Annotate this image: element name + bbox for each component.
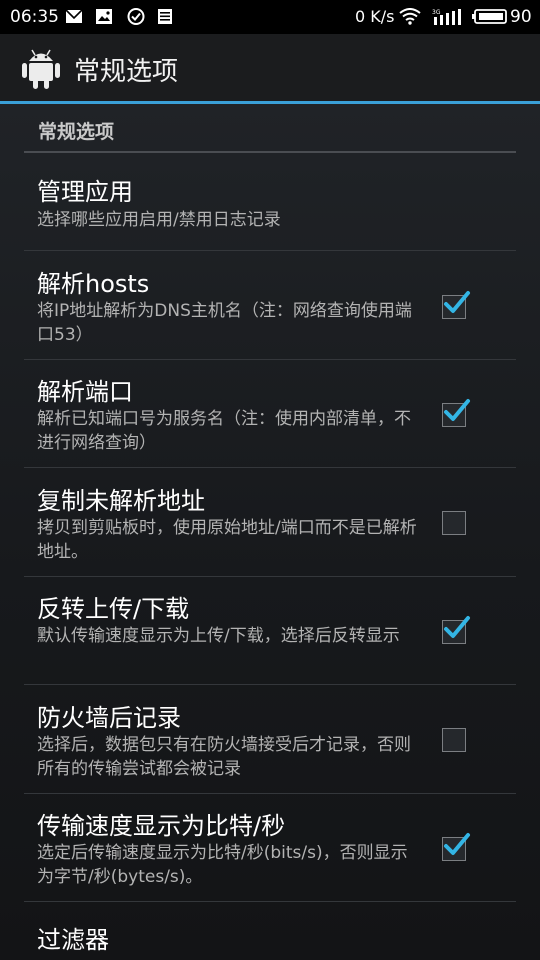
pref-summary: 拷贝到剪贴板时，使用原始地址/端口而不是已解析地址。	[37, 518, 417, 562]
pref-copy-unresolved[interactable]: 复制未解析地址 拷贝到剪贴板时，使用原始地址/端口而不是已解析地址。	[24, 468, 516, 577]
pref-resolve-ports[interactable]: 解析端口 解析已知端口号为服务名（注：使用内部清单，不进行网络查询）	[24, 360, 516, 468]
pref-summary: 解析已知端口号为服务名（注：使用内部清单，不进行网络查询）	[37, 409, 411, 453]
reverse-updown-checkbox[interactable]	[442, 616, 470, 644]
pref-summary: 选择哪些应用启用/禁用日志记录	[37, 210, 281, 230]
battery-level: 90	[510, 7, 532, 27]
signal-3g-icon: 3G	[432, 9, 461, 25]
pref-title: 解析端口	[37, 378, 133, 406]
pref-resolve-hosts[interactable]: 解析hosts 将IP地址解析为DNS主机名（注：网络查询使用端口53）	[24, 251, 516, 360]
mail-icon	[65, 9, 83, 23]
pref-title: 管理应用	[37, 178, 133, 206]
section-divider	[24, 151, 516, 153]
battery-icon	[472, 9, 507, 24]
pref-summary: 将IP地址解析为DNS主机名（注：网络查询使用端口53）	[37, 301, 412, 345]
pref-summary: 选定后传输速度显示为比特/秒(bits/s)，否则显示为字节/秒(bytes/s…	[37, 843, 408, 887]
pref-title: 复制未解析地址	[37, 487, 205, 515]
pref-title: 解析hosts	[37, 270, 150, 298]
image-notification-icon	[96, 9, 112, 24]
pref-manage-apps[interactable]: 管理应用 选择哪些应用启用/禁用日志记录	[24, 154, 516, 251]
pref-title: 过滤器	[37, 926, 109, 954]
wifi-icon	[399, 8, 421, 25]
pref-reverse-updown[interactable]: 反转上传/下载 默认传输速度显示为上传/下载，选择后反转显示	[24, 577, 516, 685]
page-title: 常规选项	[74, 57, 179, 87]
android-icon[interactable]	[20, 46, 62, 90]
resolve-hosts-checkbox[interactable]	[442, 291, 470, 319]
net-speed: 0 K/s	[355, 7, 395, 26]
copy-unresolved-checkbox[interactable]	[442, 511, 466, 535]
check-icon	[444, 399, 470, 421]
preferences-list[interactable]: 常规选项 管理应用 选择哪些应用启用/禁用日志记录 解析hosts 将IP地址解…	[0, 104, 540, 960]
pref-speed-in-bits[interactable]: 传输速度显示为比特/秒 选定后传输速度显示为比特/秒(bits/s)，否则显示为…	[24, 794, 516, 902]
status-bar: 06:35 0 K/s 3G 90	[0, 0, 540, 34]
pref-summary: 选择后，数据包只有在防火墙接受后才记录，否则所有的传输尝试都会被记录	[37, 735, 411, 779]
action-bar: 常规选项	[0, 34, 540, 102]
section-header: 常规选项	[38, 121, 115, 143]
log-after-firewall-checkbox[interactable]	[442, 728, 466, 752]
check-icon	[444, 616, 470, 638]
document-icon	[158, 9, 172, 24]
svg-text:3G: 3G	[432, 9, 441, 16]
pref-log-after-firewall[interactable]: 防火墙后记录 选择后，数据包只有在防火墙接受后才记录，否则所有的传输尝试都会被记…	[24, 685, 516, 794]
pref-summary: 默认传输速度显示为上传/下载，选择后反转显示	[37, 626, 400, 646]
pref-title: 传输速度显示为比特/秒	[37, 812, 286, 840]
pref-title: 反转上传/下载	[37, 595, 190, 623]
speed-in-bits-checkbox[interactable]	[442, 833, 470, 861]
resolve-ports-checkbox[interactable]	[442, 399, 470, 427]
check-icon	[444, 291, 470, 313]
pref-title: 防火墙后记录	[37, 704, 181, 732]
status-time: 06:35	[10, 7, 59, 27]
check-circle-icon	[127, 8, 145, 25]
pref-filters[interactable]: 过滤器	[24, 902, 516, 960]
check-icon	[444, 833, 470, 855]
